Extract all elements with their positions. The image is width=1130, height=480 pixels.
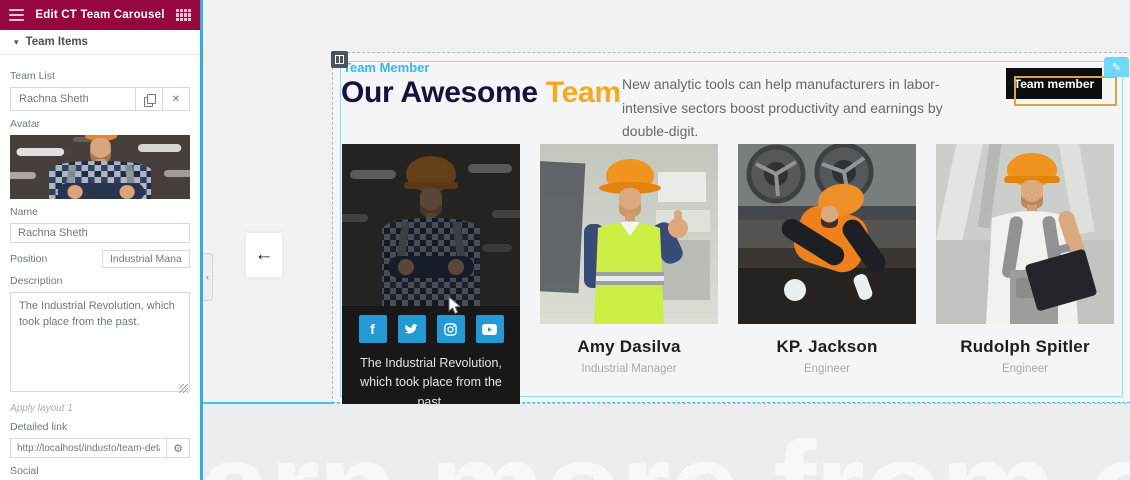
social-label: Social xyxy=(10,465,190,477)
team-card[interactable]: Rudolph Spitler Engineer xyxy=(936,144,1114,375)
panel-resize-divider[interactable] xyxy=(200,0,203,480)
name-label: Name xyxy=(10,206,190,218)
member-name: Amy Dasilva xyxy=(540,337,718,357)
ghost-heading: Learn more from our xyxy=(203,412,1130,480)
widget-bottom-line xyxy=(203,402,333,404)
section-title: Our Awesome Team xyxy=(341,76,621,110)
avatar-image[interactable] xyxy=(10,135,190,199)
member-name: KP. Jackson xyxy=(738,337,916,357)
member-position: Industrial Manager xyxy=(540,363,718,375)
editor-canvas: ✎ Team Member Our Awesome Team New analy… xyxy=(203,0,1130,480)
card-description: The Industrial Revolution, which took pl… xyxy=(342,354,520,412)
description-textarea[interactable]: The Industrial Revolution, which took pl… xyxy=(10,292,190,392)
position-label: Position xyxy=(10,253,47,265)
team-member-button[interactable]: Team member xyxy=(1006,68,1102,99)
team-card-active[interactable]: f The Industrial Revolution, which took … xyxy=(342,144,520,404)
twitter-link[interactable] xyxy=(398,315,426,343)
section-title-accent: Team xyxy=(546,76,621,109)
member-position: Engineer xyxy=(738,363,916,375)
caret-down-icon: ▾ xyxy=(14,37,19,48)
team-items-accordion[interactable]: ▾ Team Items xyxy=(0,30,200,55)
panel-header: Edit CT Team Carousel xyxy=(0,0,200,30)
team-photo xyxy=(540,144,718,324)
elementor-panel: Edit CT Team Carousel ▾ Team Items Team … xyxy=(0,0,200,480)
description-label: Description xyxy=(10,275,190,287)
team-photo xyxy=(342,144,520,306)
next-section-preview: Learn more from our xyxy=(203,404,1130,480)
left-arrow-icon: ← xyxy=(255,244,274,266)
chevron-left-icon: ‹ xyxy=(206,272,209,282)
close-icon: ✕ xyxy=(172,94,180,105)
detailed-link-label: Detailed link xyxy=(10,421,190,433)
team-photo xyxy=(738,144,916,324)
facebook-link[interactable]: f xyxy=(359,315,387,343)
gear-icon: ⚙ xyxy=(173,442,183,455)
repeater-item-title[interactable]: Rachna Sheth xyxy=(11,88,135,110)
team-card[interactable]: KP. Jackson Engineer xyxy=(738,144,916,375)
avatar-label: Avatar xyxy=(10,118,190,130)
resize-grip[interactable] xyxy=(179,384,188,393)
section-subtitle: Team Member xyxy=(343,60,429,75)
member-name: Rudolph Spitler xyxy=(936,337,1114,357)
position-input[interactable] xyxy=(102,250,190,268)
name-input[interactable] xyxy=(10,223,190,243)
panel-title: Edit CT Team Carousel xyxy=(24,9,176,21)
link-options-button[interactable]: ⚙ xyxy=(166,438,190,458)
column-icon xyxy=(335,55,344,64)
column-handle[interactable] xyxy=(331,51,348,68)
widgets-grid-icon[interactable] xyxy=(176,9,191,21)
accordion-label: Team Items xyxy=(26,36,88,48)
pencil-icon: ✎ xyxy=(1112,61,1121,74)
hamburger-menu-icon[interactable] xyxy=(9,9,24,21)
member-position: Engineer xyxy=(936,363,1114,375)
copy-icon xyxy=(144,94,154,105)
carousel-prev-button[interactable]: ← xyxy=(245,232,283,278)
edit-widget-handle[interactable]: ✎ xyxy=(1104,57,1129,77)
remove-item-button[interactable]: ✕ xyxy=(162,88,189,110)
youtube-link[interactable] xyxy=(476,315,504,343)
apply-layout-link[interactable]: Apply layout 1 xyxy=(10,403,190,414)
detailed-link-input[interactable] xyxy=(10,438,166,458)
duplicate-item-button[interactable] xyxy=(135,88,162,110)
section-description: New analytic tools can help manufacturer… xyxy=(622,73,957,144)
team-card[interactable]: Amy Dasilva Industrial Manager xyxy=(540,144,718,375)
instagram-link[interactable] xyxy=(437,315,465,343)
instagram-icon xyxy=(444,323,457,336)
youtube-icon xyxy=(482,324,497,335)
facebook-icon: f xyxy=(370,321,375,337)
panel-collapse-handle[interactable]: ‹ xyxy=(203,253,213,301)
repeater-item: Rachna Sheth ✕ xyxy=(10,87,190,111)
team-photo xyxy=(936,144,1114,324)
team-list-label: Team List xyxy=(10,70,190,82)
twitter-icon xyxy=(404,323,419,335)
